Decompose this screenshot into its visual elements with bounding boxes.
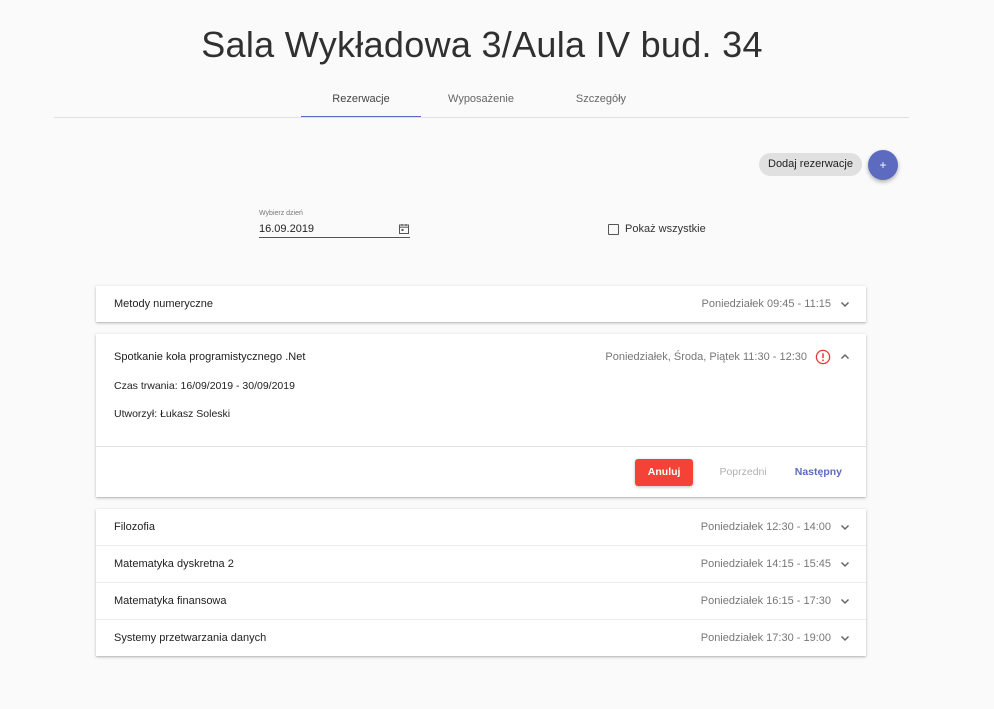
chevron-down-icon[interactable] bbox=[839, 558, 851, 570]
reservation-duration: Czas trwania: 16/09/2019 - 30/09/2019 bbox=[114, 380, 295, 392]
warning-icon bbox=[815, 349, 831, 365]
reservation-time: Poniedziałek 17:30 - 19:00 bbox=[700, 632, 831, 644]
reservation-panel: Matematyka dyskretna 2 Poniedziałek 14:1… bbox=[96, 546, 866, 583]
calendar-icon[interactable] bbox=[398, 223, 410, 235]
reservation-title: Spotkanie koła programistycznego .Net bbox=[114, 351, 306, 363]
add-reservation-label: Dodaj rezerwacje bbox=[759, 153, 862, 176]
reservation-header[interactable]: Matematyka finansowa Poniedziałek 16:15 … bbox=[96, 583, 866, 619]
reservation-header[interactable]: Metody numeryczne Poniedziałek 09:45 - 1… bbox=[96, 286, 866, 322]
add-reservation-button[interactable]: + bbox=[868, 150, 898, 180]
tab-szczegoly[interactable]: Szczegóły bbox=[541, 82, 661, 116]
page-title: Sala Wykładowa 3/Aula IV bud. 34 bbox=[201, 24, 763, 65]
previous-button[interactable]: Poprzedni bbox=[711, 466, 774, 478]
checkbox-box[interactable] bbox=[608, 223, 619, 235]
cancel-button[interactable]: Anuluj bbox=[634, 458, 694, 486]
chevron-down-icon[interactable] bbox=[839, 521, 851, 533]
reservation-panel: Matematyka finansowa Poniedziałek 16:15 … bbox=[96, 583, 866, 620]
reservation-list: Metody numeryczne Poniedziałek 09:45 - 1… bbox=[96, 286, 866, 656]
chevron-up-icon[interactable] bbox=[839, 351, 851, 363]
reservation-time: Poniedziałek, Środa, Piątek 11:30 - 12:3… bbox=[605, 351, 807, 363]
reservation-panel: Systemy przetwarzania danych Poniedziałe… bbox=[96, 620, 866, 656]
tab-wyposazenie[interactable]: Wyposażenie bbox=[421, 82, 541, 116]
reservation-group: Filozofia Poniedziałek 12:30 - 14:00 Mat… bbox=[96, 509, 866, 656]
date-value[interactable]: 16.09.2019 bbox=[259, 223, 314, 235]
date-picker-label: Wybierz dzień bbox=[259, 210, 303, 217]
show-all-label: Pokaż wszystkie bbox=[625, 223, 706, 235]
tab-rezerwacje[interactable]: Rezerwacje bbox=[301, 82, 421, 117]
reservation-time: Poniedziałek 16:15 - 17:30 bbox=[700, 595, 831, 607]
date-input[interactable]: 16.09.2019 bbox=[259, 220, 410, 238]
chevron-down-icon[interactable] bbox=[839, 595, 851, 607]
chevron-down-icon[interactable] bbox=[839, 298, 851, 310]
reservation-actions: Anuluj Poprzedni Następny bbox=[96, 446, 866, 497]
reservation-header[interactable]: Matematyka dyskretna 2 Poniedziałek 14:1… bbox=[96, 546, 866, 582]
show-all-checkbox[interactable]: Pokaż wszystkie bbox=[608, 223, 706, 235]
reservation-time: Poniedziałek 09:45 - 11:15 bbox=[701, 298, 831, 310]
date-picker: Wybierz dzień 16.09.2019 bbox=[259, 210, 410, 238]
reservation-details: Czas trwania: 16/09/2019 - 30/09/2019 Ut… bbox=[96, 380, 866, 446]
next-button[interactable]: Następny bbox=[787, 466, 850, 478]
reservation-title: Systemy przetwarzania danych bbox=[114, 632, 267, 644]
reservation-header[interactable]: Systemy przetwarzania danych Poniedziałe… bbox=[96, 620, 866, 656]
chevron-down-icon[interactable] bbox=[839, 632, 851, 644]
reservation-title: Matematyka finansowa bbox=[114, 595, 227, 607]
reservation-title: Filozofia bbox=[114, 521, 155, 533]
reservation-time: Poniedziałek 12:30 - 14:00 bbox=[700, 521, 831, 533]
reservation-panel: Metody numeryczne Poniedziałek 09:45 - 1… bbox=[96, 286, 866, 322]
reservation-title: Metody numeryczne bbox=[114, 298, 214, 310]
reservation-panel: Filozofia Poniedziałek 12:30 - 14:00 bbox=[96, 509, 866, 546]
reservation-header[interactable]: Spotkanie koła programistycznego .Net Po… bbox=[96, 334, 866, 380]
reservation-header[interactable]: Filozofia Poniedziałek 12:30 - 14:00 bbox=[96, 509, 866, 545]
reservation-time: Poniedziałek 14:15 - 15:45 bbox=[700, 558, 831, 570]
reservation-title: Matematyka dyskretna 2 bbox=[114, 558, 234, 570]
tabs-divider bbox=[54, 117, 909, 118]
tab-bar: Rezerwacje Wyposażenie Szczegóły bbox=[301, 82, 661, 117]
reservation-panel-expanded: Spotkanie koła programistycznego .Net Po… bbox=[96, 334, 866, 497]
reservation-author: Utworzył: Łukasz Soleski bbox=[114, 408, 231, 420]
